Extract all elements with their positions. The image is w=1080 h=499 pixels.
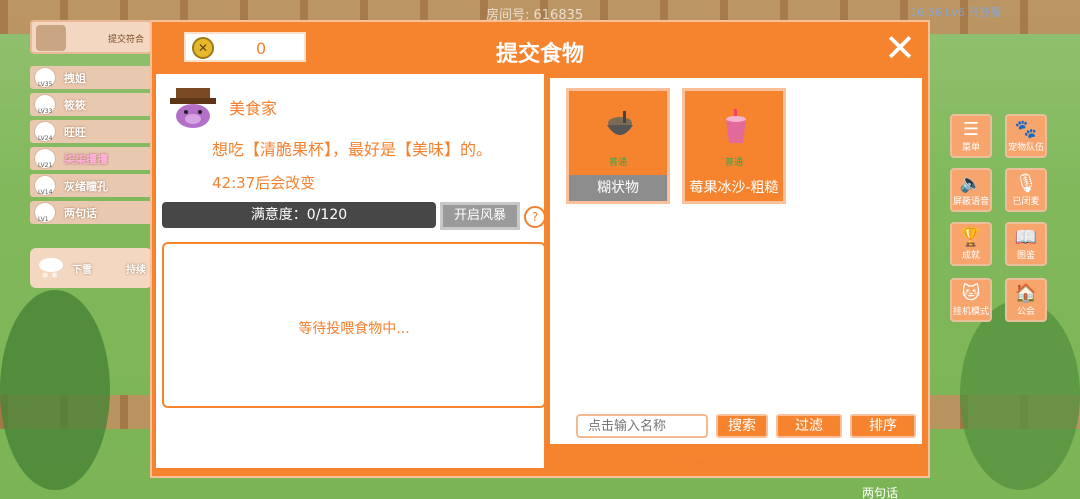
player-level: LV14 <box>38 189 53 196</box>
player-item[interactable]: LV35 拽姐 <box>30 66 152 89</box>
codex-label: 图鉴 <box>1016 251 1035 261</box>
mute-voice-button[interactable]: 🔈 屏蔽语音 <box>950 168 992 212</box>
weather-label: 下雪 <box>72 265 92 276</box>
pet-team-button[interactable]: 🐾 宠物队伍 <box>1005 114 1047 158</box>
idle-mode-button[interactable]: 🐱 挂机模式 <box>950 278 992 322</box>
player-name: 灰绪瞳孔 <box>64 180 108 193</box>
food-name: 莓果冰沙-粗糙 <box>685 175 783 201</box>
player-level: LV35 <box>38 81 53 88</box>
food-tag: 普通 <box>724 158 743 168</box>
guild-button[interactable]: 🏠 公会 <box>1005 278 1047 322</box>
guest-name: 美食家 <box>229 99 278 118</box>
idle-mode-label: 挂机模式 <box>952 307 989 317</box>
guest-request: 想吃【清脆果杯】，最好是【美味】的。 <box>212 140 493 159</box>
snow-cloud-icon: ❄ ❄ <box>39 258 63 280</box>
guild-icon: 🏠 <box>1014 283 1038 304</box>
submit-shortcut-label: 提交符合 <box>108 35 145 45</box>
trophy-icon: 🏆 <box>959 227 983 248</box>
gourmet-avatar-icon <box>170 88 216 128</box>
player-item[interactable]: LV1 两句话 <box>30 201 152 224</box>
mic-off-label: 已闭麦 <box>1012 197 1040 207</box>
menu-label: 菜单 <box>961 143 980 153</box>
menu-icon: ☰ <box>962 119 980 140</box>
speaker-icon: 🔈 <box>959 173 983 194</box>
search-button[interactable]: 搜索 <box>716 414 768 438</box>
food-name: 糊状物 <box>569 175 667 201</box>
food-item[interactable]: 普通 莓果冰沙-粗糙 <box>682 88 786 204</box>
feed-area: 等待投喂食物中... <box>162 242 546 408</box>
waiting-text: 等待投喂食物中... <box>298 321 410 337</box>
cat-icon: 🐱 <box>961 283 981 304</box>
satisfaction-bar: 满意度：0/120 <box>162 202 436 228</box>
request-timer: 42:37后会改变 <box>212 174 316 192</box>
search-input[interactable] <box>576 414 708 438</box>
submit-shortcut[interactable]: 提交符合 <box>30 20 152 54</box>
close-button[interactable]: ✕ <box>884 28 916 68</box>
svg-text:❄ ❄: ❄ ❄ <box>42 271 58 280</box>
player-level: LV1 <box>38 216 49 223</box>
player-level: LV21 <box>38 162 53 169</box>
achievement-button[interactable]: 🏆 成就 <box>950 222 992 266</box>
dialog-title: 提交食物 <box>495 42 584 67</box>
menu-button[interactable]: ☰ 菜单 <box>950 114 992 158</box>
mic-off-button[interactable]: 🎙 已闭麦 <box>1005 168 1047 212</box>
player-item[interactable]: LV21 柒柒攫攫 <box>30 147 152 170</box>
bowl-icon <box>607 111 633 135</box>
sort-button[interactable]: 排序 <box>850 414 916 438</box>
submit-food-dialog: ✕ 0 提交食物 ✕ 美食家 想吃【清脆果杯】，最好是【美味】的。 42:37后… <box>150 20 930 478</box>
pet-team-label: 宠物队伍 <box>1007 143 1044 153</box>
achievement-label: 成就 <box>961 251 980 261</box>
player-name: 筱筱 <box>64 99 86 112</box>
top-right-status: 16:56 Lv6 开放服 <box>910 6 1002 19</box>
player-name: 两句话 <box>64 207 97 220</box>
smoothie-cup-icon <box>726 109 746 143</box>
pet-team-icon: 🐾 <box>1014 119 1038 140</box>
codex-button[interactable]: 📖 图鉴 <box>1005 222 1047 266</box>
book-icon: 📖 <box>1014 227 1038 248</box>
guest-panel: 美食家 想吃【清脆果杯】，最好是【美味】的。 42:37后会改变 满意度：0/1… <box>156 74 546 468</box>
filter-button[interactable]: 过滤 <box>776 414 842 438</box>
player-name: 柒柒攫攫 <box>64 153 108 166</box>
food-item[interactable]: 普通 糊状物 <box>566 88 670 204</box>
player-item[interactable]: LV14 灰绪瞳孔 <box>30 174 152 197</box>
player-item[interactable]: LV24 旺旺 <box>30 120 152 143</box>
weather-widget[interactable]: ❄ ❄ 下雪 持续 <box>30 248 152 288</box>
food-basket-icon <box>36 25 66 51</box>
player-name: 拽姐 <box>64 72 86 85</box>
storm-button[interactable]: 开启风暴 <box>440 202 520 230</box>
player-tag: 两句话 <box>862 486 899 499</box>
player-level: LV24 <box>38 135 53 142</box>
weather-extra: 持续 <box>126 265 146 276</box>
player-name: 旺旺 <box>64 126 86 139</box>
mute-voice-label: 屏蔽语音 <box>952 197 989 207</box>
submit-hint: 点击食物可提交食物 <box>680 458 798 473</box>
food-inventory-panel: 普通 糊状物 普通 莓果冰沙-粗糙 搜索 过滤 排序 <box>548 76 924 446</box>
player-list: LV35 拽姐 LV33 筱筱 LV24 旺旺 LV21 柒柒攫攫 LV14 灰绪瞳孔 L… <box>30 66 152 228</box>
player-item[interactable]: LV33 筱筱 <box>30 93 152 116</box>
close-icon: ✕ <box>884 26 916 70</box>
food-tag: 普通 <box>608 158 627 168</box>
player-level: LV33 <box>38 108 53 115</box>
help-icon[interactable]: ? <box>524 206 546 228</box>
guild-label: 公会 <box>1016 307 1035 317</box>
mic-off-icon: 🎙 <box>1014 173 1038 194</box>
